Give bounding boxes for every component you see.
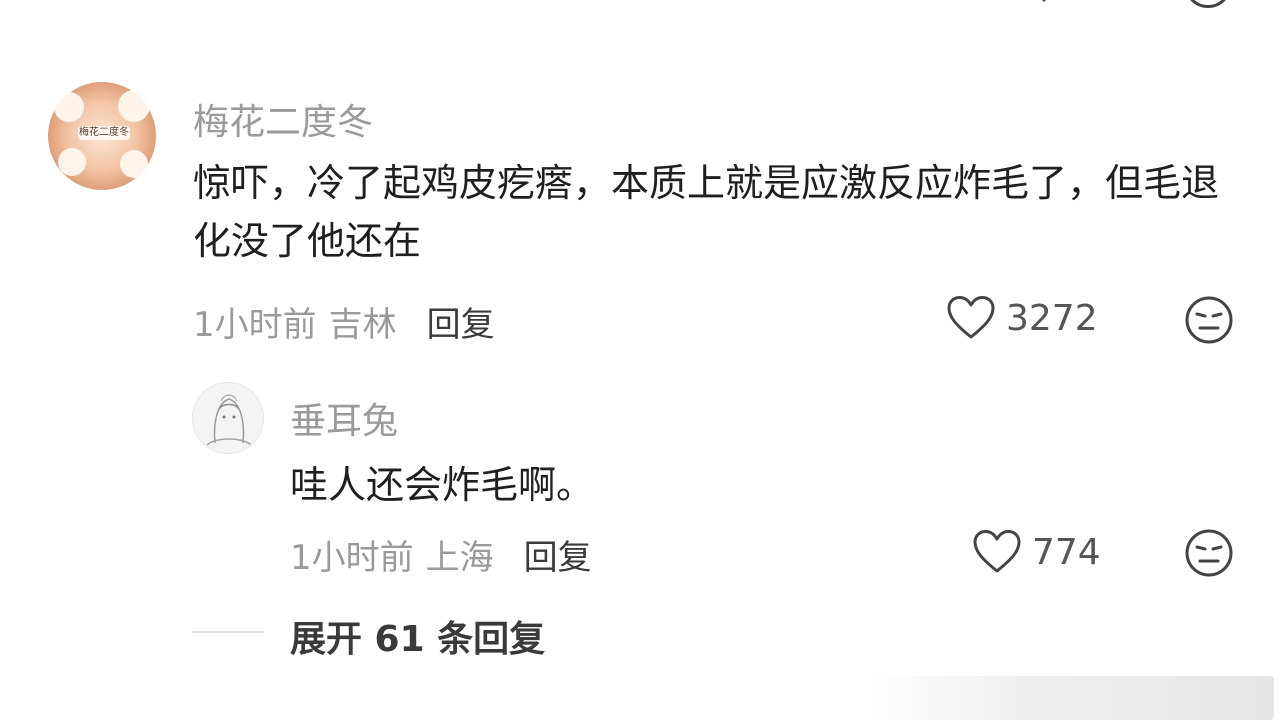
heart-icon [947,296,995,339]
like-button[interactable]: 774 [972,529,1101,575]
heart-icon[interactable] [1022,0,1066,6]
reply-location: 上海 [425,538,494,578]
avatar[interactable]: 梅花二度冬 [48,82,156,190]
reply-meta: 1小时前 上海 回复 [290,530,592,579]
avatar-label: 梅花二度冬 [78,126,130,140]
avatar-sketch [206,394,252,446]
neutral-face-icon[interactable] [1184,0,1232,8]
neutral-face-icon[interactable] [1184,528,1234,578]
expand-replies-button[interactable]: 展开 61 条回复 [290,610,545,662]
comment-text: 惊吓，冷了起鸡皮疙瘩，本质上就是应激反应炸毛了，但毛退化没了他还在 [193,161,1220,263]
neutral-face-icon[interactable] [1184,295,1234,345]
heart-icon [973,530,1021,573]
divider [192,631,264,633]
avatar[interactable] [192,382,264,454]
reply-time: 1小时前 [290,538,414,578]
comment-username[interactable]: 梅花二度冬 [193,93,373,145]
like-count: 774 [1032,531,1101,573]
reply-username[interactable]: 垂耳兔 [290,392,398,444]
like-count: 3272 [1006,297,1098,339]
reply-text: 哇人还会炸毛啊。 [290,463,595,507]
comment-meta: 1小时前 吉林 回复 [193,297,495,346]
comment-location: 吉林 [328,305,397,345]
reply-button[interactable]: 回复 [427,297,495,346]
watermark [870,676,1274,720]
like-button[interactable]: 3272 [946,295,1098,341]
comment-time: 1小时前 [193,305,317,345]
reply-button[interactable]: 回复 [524,530,592,579]
